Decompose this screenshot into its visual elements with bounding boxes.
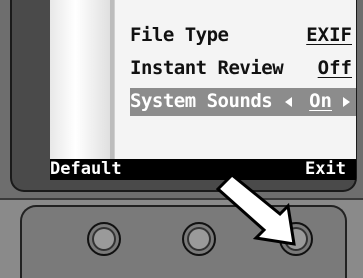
camera-body: File Type EXIF Instant Review Off System… — [0, 0, 363, 278]
pointer-arrow-icon — [215, 172, 296, 246]
